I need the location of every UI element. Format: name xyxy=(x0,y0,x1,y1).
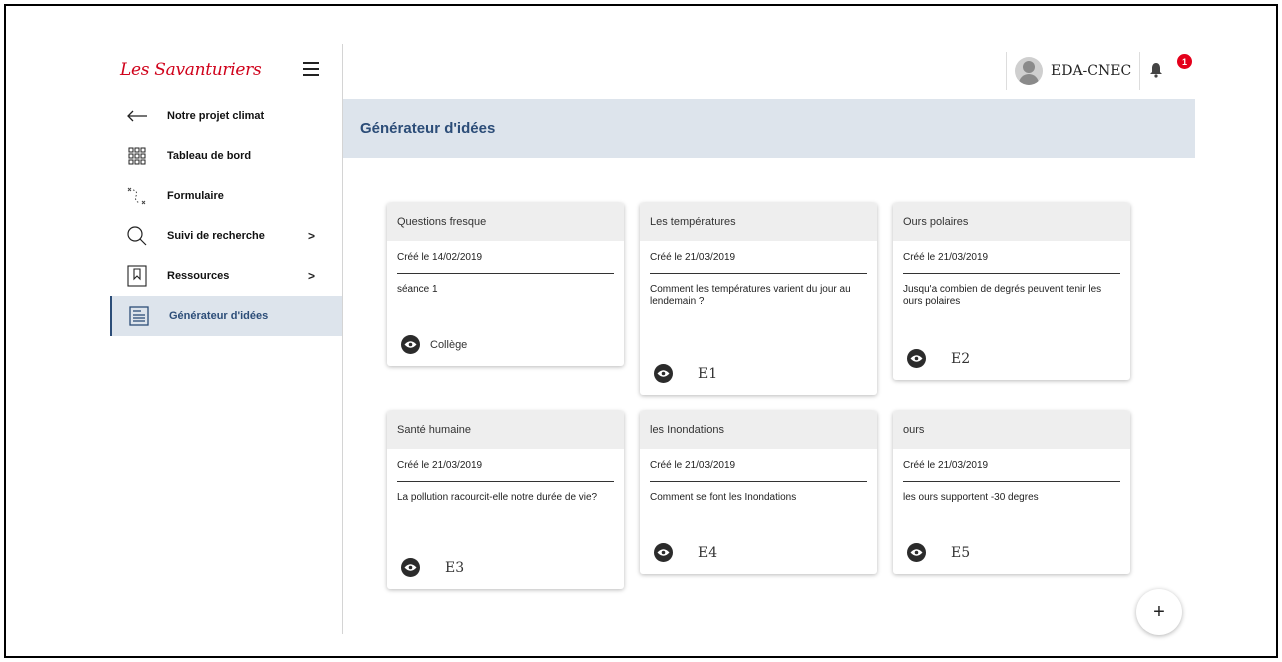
arrow-left-icon xyxy=(126,105,148,127)
sidebar-item-formulaire[interactable]: Formulaire xyxy=(110,176,342,216)
topbar: EDA-CNEC 1 xyxy=(343,44,1195,99)
card-footer: E4 xyxy=(654,543,717,562)
card-title: Questions fresque xyxy=(387,203,624,241)
card-tag: E3 xyxy=(445,559,465,576)
sidebar-item-label: Formulaire xyxy=(167,190,224,202)
eye-icon[interactable] xyxy=(401,335,420,354)
card-tag: E1 xyxy=(698,365,718,382)
avatar xyxy=(1015,57,1043,85)
card-date: Créé le 21/03/2019 xyxy=(397,449,614,482)
card-description: Comment se font les Inondations xyxy=(650,492,797,503)
card-description: Comment les températures varient du jour… xyxy=(650,284,851,307)
eye-icon[interactable] xyxy=(907,543,926,562)
idea-card[interactable]: Les températures Créé le 21/03/2019 Comm… xyxy=(640,203,877,395)
card-title: Les températures xyxy=(640,203,877,241)
logo-row: Les Savanturiers xyxy=(110,44,342,96)
card-title: Ours polaires xyxy=(893,203,1130,241)
logo[interactable]: Les Savanturiers xyxy=(120,60,262,80)
card-description: La pollution racourcit-elle notre durée … xyxy=(397,492,598,503)
idea-card[interactable]: les Inondations Créé le 21/03/2019 Comme… xyxy=(640,411,877,574)
card-footer: E2 xyxy=(907,349,970,368)
card-date: Créé le 21/03/2019 xyxy=(650,241,867,274)
card-footer: E5 xyxy=(907,543,970,562)
add-idea-button[interactable]: + xyxy=(1136,589,1182,635)
eye-icon[interactable] xyxy=(654,364,673,383)
card-footer: E1 xyxy=(654,364,717,383)
hamburger-menu-icon[interactable] xyxy=(303,62,319,76)
card-date: Créé le 14/02/2019 xyxy=(397,241,614,274)
page-header: Générateur d'idées xyxy=(343,99,1195,158)
search-icon xyxy=(126,225,148,247)
notification-badge: 1 xyxy=(1177,54,1192,69)
sidebar-item-label: Suivi de recherche xyxy=(167,230,265,242)
card-footer: Collège xyxy=(401,335,467,354)
card-date: Créé le 21/03/2019 xyxy=(650,449,867,482)
sidebar-item-label: Générateur d'idées xyxy=(169,310,269,322)
card-tag: E4 xyxy=(698,544,718,561)
card-title: les Inondations xyxy=(640,411,877,449)
path-icon xyxy=(126,185,148,207)
sidebar-item-notre-projet-climat[interactable]: Notre projet climat xyxy=(110,96,342,136)
idea-card[interactable]: ours Créé le 21/03/2019 les ours support… xyxy=(893,411,1130,574)
card-tag: Collège xyxy=(430,338,468,351)
card-description: les ours supportent -30 degres xyxy=(903,492,1039,503)
grid-icon xyxy=(126,145,148,167)
eye-icon[interactable] xyxy=(401,558,420,577)
card-date: Créé le 21/03/2019 xyxy=(903,449,1120,482)
card-footer: E3 xyxy=(401,558,464,577)
sidebar-item-tableau-de-bord[interactable]: Tableau de bord xyxy=(110,136,342,176)
idea-card[interactable]: Questions fresque Créé le 14/02/2019 séa… xyxy=(387,203,624,366)
sidebar-item-label: Notre projet climat xyxy=(167,110,265,122)
sidebar-item-generateur-d-idees[interactable]: Générateur d'idées xyxy=(110,296,342,336)
sidebar-item-ressources[interactable]: Ressources > xyxy=(110,256,342,296)
chevron-right-icon: > xyxy=(308,269,316,283)
idea-card[interactable]: Santé humaine Créé le 21/03/2019 La poll… xyxy=(387,411,624,589)
card-description: séance 1 xyxy=(397,284,438,295)
bell-icon[interactable] xyxy=(1149,62,1163,78)
document-icon xyxy=(128,305,150,327)
chevron-right-icon: > xyxy=(308,229,316,243)
user-menu[interactable]: EDA-CNEC xyxy=(1006,52,1141,90)
card-tag: E5 xyxy=(951,544,971,561)
card-title: Santé humaine xyxy=(387,411,624,449)
sidebar-item-suivi-de-recherche[interactable]: Suivi de recherche > xyxy=(110,216,342,256)
page-title: Générateur d'idées xyxy=(360,120,496,137)
card-date: Créé le 21/03/2019 xyxy=(903,241,1120,274)
bookmark-icon xyxy=(126,265,148,287)
card-title: ours xyxy=(893,411,1130,449)
eye-icon[interactable] xyxy=(907,349,926,368)
card-tag: E2 xyxy=(951,350,971,367)
eye-icon[interactable] xyxy=(654,543,673,562)
card-description: Jusqu'a combien de degrés peuvent tenir … xyxy=(903,284,1102,307)
sidebar: Les Savanturiers Notre projet climat Tab… xyxy=(110,44,343,634)
user-name: EDA-CNEC xyxy=(1051,63,1132,79)
sidebar-item-label: Tableau de bord xyxy=(167,150,252,162)
sidebar-item-label: Ressources xyxy=(167,270,230,282)
idea-card[interactable]: Ours polaires Créé le 21/03/2019 Jusqu'a… xyxy=(893,203,1130,380)
